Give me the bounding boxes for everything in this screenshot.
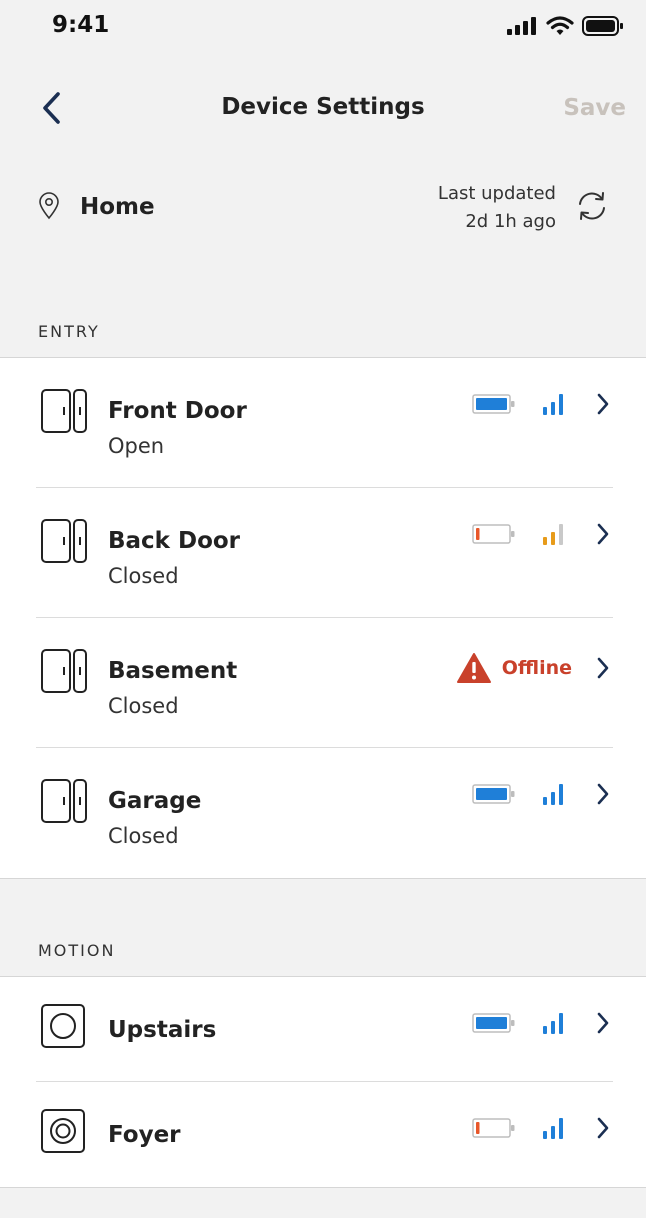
location-name: Home [80,194,155,220]
device-row-garage[interactable]: Garage Closed [0,748,646,878]
page-title: Device Settings [221,94,425,120]
battery-low-icon [472,524,515,544]
device-row-foyer[interactable]: Foyer [0,1082,646,1187]
device-row-back-door[interactable]: Back Door Closed [0,488,646,618]
signal-good-icon [543,1013,563,1034]
chevron-right-icon [597,1117,609,1139]
device-state: Closed [108,824,179,848]
chevron-right-icon [597,523,609,545]
device-indicators: Offline [456,652,610,684]
device-state: Closed [108,564,179,588]
wifi-icon [546,16,574,35]
save-button[interactable]: Save [563,95,626,121]
refresh-icon [579,192,605,220]
signal-weak-icon [543,524,563,545]
motion-sensor-icon [41,1004,85,1048]
status-icons [506,15,624,37]
last-updated-label: Last updated [437,183,556,204]
motion-device-list: Upstairs Foyer [0,976,646,1188]
device-name: Upstairs [108,1017,217,1043]
refresh-button[interactable] [574,188,610,224]
signal-good-icon [543,394,563,415]
device-indicators [472,392,610,416]
battery-status-icon [582,16,623,36]
device-name: Basement [108,658,238,684]
device-indicators [472,522,610,546]
device-name: Foyer [108,1122,181,1148]
battery-full-icon [472,784,515,804]
section-label-entry: ENTRY [38,322,100,341]
offline-status: Offline [456,652,572,684]
last-updated: Last updated 2d 1h ago [438,180,556,236]
cellular-signal-icon [507,17,536,35]
battery-low-icon [472,1118,515,1138]
door-sensor-icon [41,389,87,433]
device-row-front-door[interactable]: Front Door Open [0,358,646,488]
device-indicators [472,1116,610,1140]
device-indicators [472,1011,610,1035]
warning-icon [456,653,491,683]
door-sensor-icon [41,779,87,823]
device-name: Back Door [108,528,241,554]
offline-label: Offline [501,657,572,679]
device-row-basement[interactable]: Basement Closed Offline [0,618,646,748]
device-row-upstairs[interactable]: Upstairs [0,977,646,1082]
chevron-right-icon [597,657,609,679]
signal-good-icon [543,1118,563,1139]
device-state: Closed [108,694,179,718]
chevron-right-icon [597,393,609,415]
battery-full-icon [472,1013,515,1033]
door-sensor-icon [41,519,87,563]
status-bar: 9:41 [0,0,646,54]
chevron-right-icon [597,1012,609,1034]
last-updated-value: 2d 1h ago [465,211,556,232]
device-name: Front Door [108,398,247,424]
motion-sensor-dual-icon [41,1109,85,1153]
location-pin-icon [39,192,59,220]
battery-full-icon [472,394,515,414]
signal-good-icon [543,784,563,805]
device-name: Garage [108,788,202,814]
location-header: Home Last updated 2d 1h ago [0,176,646,246]
device-state: Open [108,434,165,458]
chevron-right-icon [597,783,609,805]
section-label-motion: MOTION [38,941,116,960]
device-indicators [472,782,610,806]
status-time: 9:41 [52,12,110,38]
nav-bar: Device Settings Save [0,80,646,140]
door-sensor-icon [41,649,87,693]
entry-device-list: Front Door Open Back Door Closed Basemen… [0,357,646,879]
